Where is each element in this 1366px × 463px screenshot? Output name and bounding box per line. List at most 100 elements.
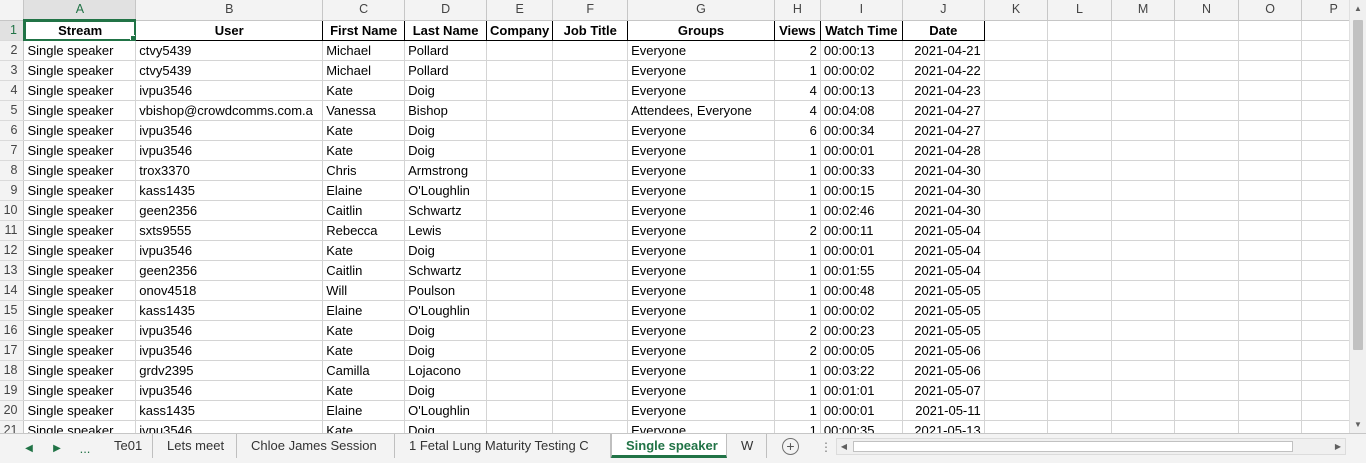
data-cell[interactable]: 00:00:33 <box>820 160 903 181</box>
data-cell[interactable]: Everyone <box>627 340 775 361</box>
empty-cell[interactable] <box>1238 420 1303 433</box>
empty-cell[interactable] <box>1174 380 1239 401</box>
empty-cell[interactable] <box>1111 120 1176 141</box>
data-cell[interactable]: 00:00:13 <box>820 40 903 61</box>
data-cell[interactable]: 00:04:08 <box>820 100 903 121</box>
data-cell[interactable]: Single speaker <box>23 40 137 61</box>
data-cell[interactable]: 00:02:46 <box>820 200 903 221</box>
column-title-cell[interactable]: Views <box>774 20 821 41</box>
empty-cell[interactable] <box>1238 120 1303 141</box>
data-cell[interactable]: 2021-04-27 <box>902 120 985 141</box>
data-cell[interactable]: Lojacono <box>404 360 488 381</box>
data-cell[interactable]: 2021-04-23 <box>902 80 985 101</box>
nav-next-icon[interactable]: ▶ <box>46 439 68 459</box>
empty-cell[interactable] <box>1238 400 1303 421</box>
scroll-down-icon[interactable]: ▼ <box>1350 416 1366 433</box>
data-cell[interactable] <box>486 140 554 161</box>
data-cell[interactable]: Single speaker <box>23 420 137 433</box>
data-cell[interactable]: 1 <box>774 360 821 381</box>
data-cell[interactable]: Kate <box>322 80 406 101</box>
empty-cell[interactable] <box>984 240 1049 261</box>
empty-cell[interactable] <box>1047 140 1112 161</box>
data-cell[interactable]: 00:00:02 <box>820 300 903 321</box>
empty-cell[interactable] <box>984 340 1049 361</box>
row-header[interactable]: 12 <box>0 240 25 261</box>
data-cell[interactable]: ivpu3546 <box>135 320 324 341</box>
data-cell[interactable] <box>552 380 629 401</box>
data-cell[interactable] <box>552 260 629 281</box>
empty-cell[interactable] <box>1111 340 1176 361</box>
data-cell[interactable]: Single speaker <box>23 100 137 121</box>
data-cell[interactable]: Doig <box>404 140 488 161</box>
data-cell[interactable]: 2021-05-04 <box>902 260 985 281</box>
scroll-right-icon[interactable]: ▶ <box>1331 439 1345 454</box>
row-header[interactable]: 18 <box>0 360 25 381</box>
spreadsheet-grid[interactable]: ABCDEFGHIJKLMNOP 1 Stream User First Name La… <box>0 0 1366 433</box>
empty-cell[interactable] <box>1174 40 1239 61</box>
data-cell[interactable]: 1 <box>774 140 821 161</box>
data-cell[interactable] <box>552 40 629 61</box>
data-cell[interactable]: ivpu3546 <box>135 240 324 261</box>
data-cell[interactable] <box>552 280 629 301</box>
data-cell[interactable]: 2021-04-21 <box>902 40 985 61</box>
data-cell[interactable]: O'Loughlin <box>404 180 488 201</box>
data-cell[interactable]: 00:00:11 <box>820 220 903 241</box>
empty-cell[interactable] <box>1047 360 1112 381</box>
column-header-d[interactable]: D <box>404 0 488 21</box>
empty-cell[interactable] <box>1238 80 1303 101</box>
data-cell[interactable] <box>552 220 629 241</box>
data-cell[interactable]: Single speaker <box>23 60 137 81</box>
data-cell[interactable]: Single speaker <box>23 180 137 201</box>
data-cell[interactable]: 2021-05-06 <box>902 340 985 361</box>
data-cell[interactable]: kass1435 <box>135 180 324 201</box>
data-cell[interactable]: 00:01:01 <box>820 380 903 401</box>
column-title-cell[interactable]: Job Title <box>552 20 629 41</box>
data-cell[interactable]: Schwartz <box>404 200 488 221</box>
add-sheet-icon[interactable]: + <box>782 438 799 455</box>
data-cell[interactable] <box>486 160 554 181</box>
data-cell[interactable]: 2021-04-22 <box>902 60 985 81</box>
empty-cell[interactable] <box>1238 200 1303 221</box>
data-cell[interactable]: 2 <box>774 220 821 241</box>
data-cell[interactable]: 1 <box>774 380 821 401</box>
data-cell[interactable]: 2021-05-05 <box>902 300 985 321</box>
data-cell[interactable]: Single speaker <box>23 240 137 261</box>
more-sheets-button[interactable]: ... <box>74 439 96 459</box>
data-cell[interactable]: 1 <box>774 240 821 261</box>
empty-cell[interactable] <box>1047 340 1112 361</box>
data-cell[interactable]: Everyone <box>627 400 775 421</box>
data-cell[interactable]: Everyone <box>627 240 775 261</box>
data-cell[interactable]: ivpu3546 <box>135 380 324 401</box>
sheet-tab[interactable]: 1 Fetal Lung Maturity Testing C <box>395 434 611 458</box>
empty-cell[interactable] <box>1174 280 1239 301</box>
empty-cell[interactable] <box>984 320 1049 341</box>
empty-cell[interactable] <box>1111 240 1176 261</box>
empty-cell[interactable] <box>1174 180 1239 201</box>
scroll-left-icon[interactable]: ◀ <box>837 439 851 454</box>
empty-cell[interactable] <box>1238 340 1303 361</box>
data-cell[interactable]: Kate <box>322 340 406 361</box>
empty-cell[interactable] <box>1238 300 1303 321</box>
data-cell[interactable]: Everyone <box>627 300 775 321</box>
data-cell[interactable]: Armstrong <box>404 160 488 181</box>
row-header[interactable]: 7 <box>0 140 25 161</box>
empty-cell[interactable] <box>1047 380 1112 401</box>
select-all-corner[interactable] <box>0 0 25 21</box>
data-cell[interactable] <box>552 160 629 181</box>
row-header[interactable]: 11 <box>0 220 25 241</box>
column-header-m[interactable]: M <box>1111 0 1176 21</box>
column-title-cell[interactable]: Groups <box>627 20 775 41</box>
data-cell[interactable]: Single speaker <box>23 120 137 141</box>
empty-cell[interactable] <box>1047 240 1112 261</box>
data-cell[interactable]: Elaine <box>322 300 406 321</box>
data-cell[interactable]: ivpu3546 <box>135 420 324 433</box>
data-cell[interactable]: 00:00:48 <box>820 280 903 301</box>
data-cell[interactable]: Everyone <box>627 320 775 341</box>
row-header[interactable]: 1 <box>0 20 25 41</box>
empty-cell[interactable] <box>984 80 1049 101</box>
data-cell[interactable]: 2021-05-06 <box>902 360 985 381</box>
data-cell[interactable]: ivpu3546 <box>135 340 324 361</box>
data-cell[interactable]: 2021-05-11 <box>902 400 985 421</box>
column-title-cell[interactable]: Watch Time <box>820 20 903 41</box>
sheet-tab[interactable]: Lets meet <box>153 434 237 458</box>
